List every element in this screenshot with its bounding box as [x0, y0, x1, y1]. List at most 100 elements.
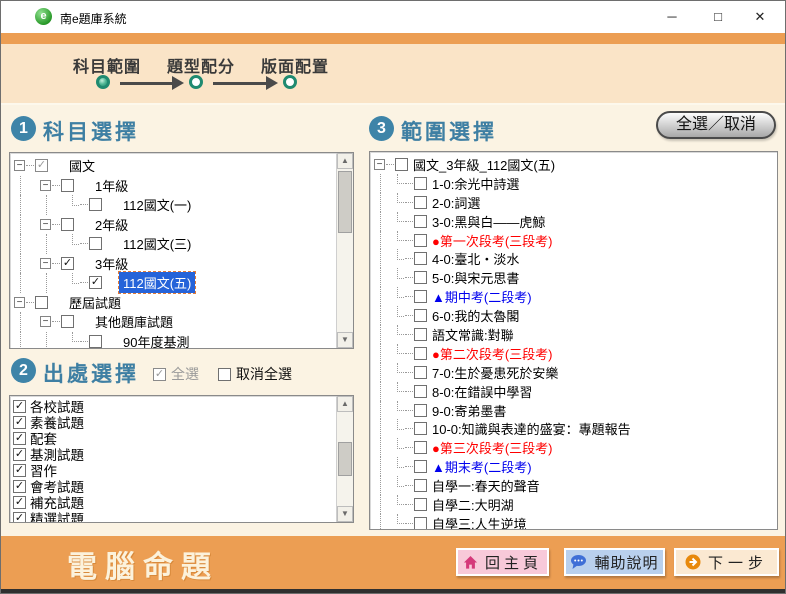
close-button[interactable]: ✕ [743, 1, 777, 32]
checkbox[interactable]: ✓ [414, 384, 427, 398]
home-button[interactable]: 回主頁 [456, 548, 549, 576]
checkbox[interactable]: ✓ [414, 290, 427, 304]
tree-item-label[interactable]: 8-0:在錯誤中學習 [428, 381, 536, 402]
tree-item[interactable]: − ✓ 3年級 [10, 253, 353, 274]
list-item[interactable]: ✓ 素養試題 [10, 414, 353, 431]
checkbox[interactable]: ✓ [13, 447, 26, 461]
checkbox[interactable]: ✓ [13, 511, 26, 522]
checkbox-icon[interactable]: ✓ [218, 367, 231, 381]
scroll-up-icon[interactable]: ▲ [337, 153, 353, 169]
tree-item[interactable]: ✓自學二:大明湖 [370, 495, 777, 514]
checkbox[interactable]: ✓ [13, 431, 26, 445]
tree-item-label[interactable]: 自學一:春天的聲音 [428, 475, 544, 496]
tree-item-label[interactable]: ▲期末考(二段考) [428, 456, 536, 477]
toggle-select-all-button[interactable]: 全選／取消 [656, 111, 776, 139]
step-circle-2[interactable] [189, 75, 203, 89]
checkbox[interactable]: ✓ [89, 198, 102, 212]
checkbox[interactable]: ✓ [414, 403, 427, 417]
tree-item[interactable]: ✓ 90年度基測 [10, 331, 353, 348]
source-list-scrollbar[interactable]: ▲ ▼ [336, 396, 353, 522]
checkbox[interactable]: ✓ [414, 327, 427, 341]
checkbox[interactable]: ✓ [414, 460, 427, 474]
tree-item-label[interactable]: 1年級 [91, 175, 132, 196]
scrollbar-thumb[interactable] [338, 171, 352, 233]
tree-item[interactable]: ✓●第三次段考(三段考) [370, 437, 777, 458]
tree-item-label[interactable]: 10-0:知識與表達的盛宴：專題報告 [428, 418, 635, 439]
tree-item-label[interactable]: ●第三次段考(三段考) [428, 437, 557, 458]
tree-item[interactable]: ✓1-0:余光中詩選 [370, 173, 777, 194]
tree-item-label[interactable]: 國文_3年級_112國文(五) [409, 154, 559, 175]
tree-item[interactable]: ✓自學一:春天的聲音 [370, 476, 777, 495]
checkbox-icon[interactable]: ✓ [153, 367, 166, 381]
checkbox[interactable]: ✓ [35, 295, 48, 309]
expand-collapse-icon[interactable]: − [40, 257, 51, 269]
checkbox[interactable]: ✓ [414, 195, 427, 209]
tree-item-label[interactable]: 112國文(一) [119, 194, 195, 215]
tree-item-label[interactable]: 6-0:我的太魯閣 [428, 305, 523, 326]
checkbox[interactable]: ✓ [414, 497, 427, 511]
checkbox[interactable]: ✓ [414, 214, 427, 228]
tree-item[interactable]: ✓自學三:人生逆境 [370, 513, 777, 529]
tree-item[interactable]: ✓5-0:與宋元思書 [370, 267, 777, 288]
checkbox[interactable]: ✓ [61, 315, 74, 329]
tree-item-label[interactable]: 5-0:與宋元思書 [428, 267, 523, 288]
tree-item[interactable]: ✓8-0:在錯誤中學習 [370, 381, 777, 402]
tree-item[interactable]: ✓9-0:寄弟墨書 [370, 400, 777, 420]
scrollbar-thumb[interactable] [338, 442, 352, 476]
scroll-down-icon[interactable]: ▼ [337, 506, 353, 522]
checkbox[interactable]: ✓ [89, 334, 102, 348]
checkbox[interactable]: ✓ [414, 309, 427, 323]
tree-item-label[interactable]: 1-0:余光中詩選 [428, 173, 523, 194]
checkbox[interactable]: ✓ [61, 256, 74, 270]
tree-item[interactable]: ✓語文常識:對聯 [370, 325, 777, 344]
expand-collapse-icon[interactable]: − [40, 179, 51, 191]
tree-item-label[interactable]: 7-0:生於憂患死於安樂 [428, 362, 562, 383]
tree-item-label[interactable]: 4-0:臺北・淡水 [428, 248, 523, 269]
tree-item[interactable]: ✓3-0:黑與白——虎鯨 [370, 211, 777, 232]
list-item[interactable]: ✓ 精選試題 [10, 510, 353, 522]
select-all-checkbox[interactable]: ✓ 全選 [153, 364, 199, 384]
tree-item[interactable]: ✓7-0:生於憂患死於安樂 [370, 362, 777, 383]
subject-tree-scrollbar[interactable]: ▲ ▼ [336, 153, 353, 348]
checkbox[interactable]: ✓ [61, 178, 74, 192]
tree-item[interactable]: − ✓ 國文 [10, 156, 353, 176]
tree-item[interactable]: −✓國文_3年級_112國文(五) [370, 155, 777, 174]
tree-item[interactable]: −✓ 1年級 [10, 175, 353, 196]
tree-item-label[interactable]: 90年度基測 [119, 331, 193, 348]
checkbox[interactable]: ✓ [61, 217, 74, 231]
list-item[interactable]: ✓ 基測試題 [10, 446, 353, 463]
tree-item[interactable]: ✓●第二次段考(三段考) [370, 343, 777, 364]
tree-item[interactable]: ✓ 112國文(一) [10, 195, 353, 215]
checkbox[interactable]: ✓ [414, 441, 427, 455]
maximize-button[interactable]: □ [701, 1, 735, 32]
checkbox[interactable]: ✓ [414, 233, 427, 247]
tree-item-label[interactable]: 其他題庫試題 [91, 311, 177, 332]
checkbox[interactable]: ✓ [414, 365, 427, 379]
tree-item-label[interactable]: 3-0:黑與白——虎鯨 [428, 211, 549, 232]
tree-item-label[interactable]: 112國文(五) [117, 271, 197, 295]
tree-item-label[interactable]: ●第二次段考(三段考) [428, 343, 557, 364]
tree-item[interactable]: ✓10-0:知識與表達的盛宴：專題報告 [370, 418, 777, 439]
checkbox[interactable]: ✓ [13, 495, 26, 509]
step-circle-3[interactable] [283, 75, 297, 89]
tree-item-label[interactable]: 3年級 [91, 253, 132, 274]
tree-item-label[interactable]: 語文常識:對聯 [428, 324, 518, 345]
checkbox[interactable]: ✓ [414, 271, 427, 285]
tree-item[interactable]: ✓●第一次段考(三段考) [370, 230, 777, 250]
checkbox[interactable]: ✓ [414, 516, 427, 529]
tree-item-label[interactable]: 2-0:詞選 [428, 192, 484, 213]
tree-item-label[interactable]: 國文 [65, 155, 99, 176]
checkbox[interactable]: ✓ [414, 422, 427, 436]
checkbox[interactable]: ✓ [89, 276, 102, 290]
minimize-button[interactable]: ─ [655, 1, 689, 32]
tree-item-label[interactable]: 自學三:人生逆境 [428, 513, 531, 529]
expand-collapse-icon[interactable]: − [14, 160, 25, 172]
checkbox[interactable]: ✓ [414, 176, 427, 190]
tree-item-label[interactable]: 自學二:大明湖 [428, 494, 518, 515]
tree-item[interactable]: ✓6-0:我的太魯閣 [370, 306, 777, 325]
checkbox[interactable]: ✓ [13, 463, 26, 477]
expand-collapse-icon[interactable]: − [40, 316, 51, 328]
checkbox[interactable]: ✓ [89, 237, 102, 251]
tree-item[interactable]: ✓▲期中考(二段考) [370, 287, 777, 307]
expand-collapse-icon[interactable]: − [374, 158, 385, 170]
